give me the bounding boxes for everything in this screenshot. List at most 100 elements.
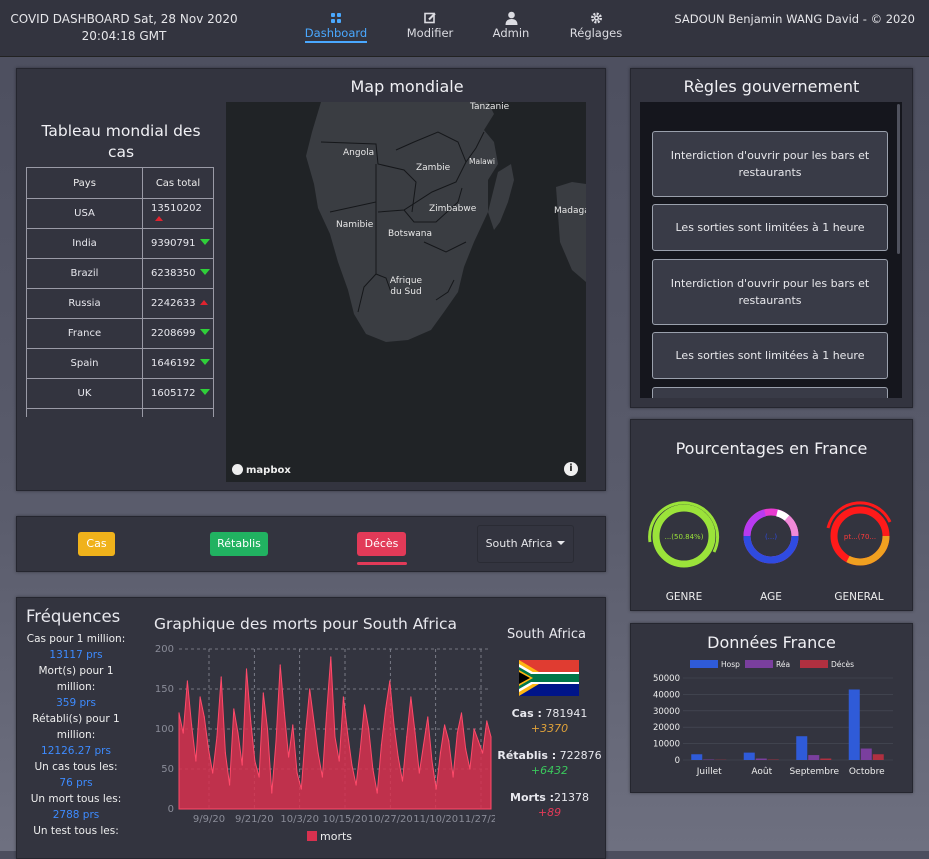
world-map[interactable]: Tanzanie Angola Zambie Malawi Madaga Zim… <box>226 102 586 482</box>
data-point <box>301 788 302 789</box>
rule-item[interactable]: Les sorties sont limitées à 1 heure <box>652 204 888 251</box>
trend-up-icon <box>200 300 208 305</box>
rules-title: Règles gouvernement <box>631 77 912 96</box>
mapbox-logo[interactable]: mapbox <box>232 464 291 476</box>
recovered-value: 722876 <box>560 749 602 762</box>
nav-reglages[interactable]: Réglages <box>551 10 641 40</box>
column-header-country[interactable]: Pays <box>27 168 143 199</box>
data-point <box>389 680 390 681</box>
bar <box>861 749 872 760</box>
table-row[interactable]: Brazil 6238350 <box>27 259 214 289</box>
donut-center-label: pt...(70... <box>844 533 876 541</box>
nav-modifier-label: Modifier <box>407 26 454 40</box>
nav-modifier[interactable]: Modifier <box>385 10 475 40</box>
data-point <box>436 788 437 789</box>
deaths-value: 21378 <box>554 791 589 804</box>
data-point <box>280 664 281 665</box>
nav-admin[interactable]: Admin <box>466 10 556 40</box>
country-cell: Brazil <box>27 259 143 289</box>
edit-icon <box>424 10 437 26</box>
map-label: Malawi <box>469 156 495 167</box>
data-point <box>427 716 428 717</box>
frequency-label: Un test tous les: <box>21 823 131 839</box>
data-point <box>183 732 184 733</box>
rule-item[interactable] <box>652 387 888 398</box>
rules-panel: Règles gouvernement Interdiction d'ouvri… <box>630 68 913 408</box>
map-label: Tanzanie <box>470 102 509 113</box>
country-dropdown[interactable]: South Africa <box>477 525 574 563</box>
table-row[interactable]: France2208699 <box>27 319 214 349</box>
data-point <box>237 732 238 733</box>
nav-dashboard[interactable]: Dashboard <box>291 10 381 40</box>
donut-center-label: ...(50.84%) <box>665 533 704 541</box>
cases-cell: 2242633 <box>143 289 214 319</box>
bar <box>849 689 860 760</box>
table-row <box>27 409 214 418</box>
data-point <box>486 720 487 721</box>
map-label: Zimbabwe <box>429 204 476 215</box>
trend-down-icon <box>200 389 210 395</box>
rules-scrollbar[interactable] <box>897 104 900 254</box>
x-tick-label: Septembre <box>789 767 839 777</box>
rules-list[interactable]: Interdiction d'ouvrir pour les bars et r… <box>640 102 902 398</box>
rule-item[interactable]: Interdiction d'ouvrir pour les bars et r… <box>652 131 888 197</box>
data-point <box>410 696 411 697</box>
y-tick-label: 30000 <box>653 707 680 717</box>
data-point <box>351 764 352 765</box>
cases-value: 1646192 <box>151 358 196 369</box>
y-tick-label: 0 <box>675 756 680 766</box>
data-point <box>208 748 209 749</box>
table-row[interactable]: India 9390791 <box>27 229 214 259</box>
x-tick-label: 10/3/20 <box>280 814 319 825</box>
bar <box>820 759 831 760</box>
data-point <box>423 744 424 745</box>
deces-button[interactable]: Décès <box>357 532 406 556</box>
table-row[interactable]: UK1605172 <box>27 379 214 409</box>
map-label: Namibie <box>336 220 373 231</box>
map-title: Map mondiale <box>332 77 482 96</box>
data-point <box>343 696 344 697</box>
bar <box>756 759 767 760</box>
france-bar-chart: 01000020000300004000050000JuilletAoûtSep… <box>631 658 912 788</box>
data-point <box>402 780 403 781</box>
nav-dashboard-label: Dashboard <box>305 26 367 43</box>
south-africa-flag-icon <box>519 660 579 696</box>
data-point <box>267 728 268 729</box>
y-tick-label: 150 <box>155 684 174 695</box>
x-tick-label: 11/27/20 <box>459 814 495 825</box>
column-header-cases[interactable]: Cas total <box>143 168 214 199</box>
country-cell: India <box>27 229 143 259</box>
table-row[interactable]: Russia2242633 <box>27 289 214 319</box>
table-row[interactable]: Spain1646192 <box>27 349 214 379</box>
cases-value: 6238350 <box>151 268 196 279</box>
france-chart-title: Données France <box>631 633 912 652</box>
data-point <box>419 772 420 773</box>
cas-button[interactable]: Cas <box>78 532 115 556</box>
map-label: Botswana <box>388 229 432 240</box>
info-icon[interactable]: i <box>564 462 578 476</box>
dashboard-icon <box>330 10 342 26</box>
bar <box>873 754 884 760</box>
table-row[interactable]: USA13510202 <box>27 199 214 229</box>
rule-item[interactable]: Interdiction d'ouvrir pour les bars et r… <box>652 259 888 325</box>
bar <box>796 736 807 760</box>
data-point <box>482 752 483 753</box>
country-name: South Africa <box>507 627 586 642</box>
data-point <box>250 720 251 721</box>
frequency-value: 2788 prs <box>21 807 131 823</box>
x-tick-label: 11/10/20 <box>413 814 458 825</box>
data-point <box>465 748 466 749</box>
top-bar: COVID DASHBOARD Sat, 28 Nov 2020 20:04:1… <box>0 0 929 57</box>
cases-value: 9390791 <box>151 238 196 249</box>
frequency-label: Mort(s) pour 1 million: <box>21 663 131 695</box>
donut-label-genre: GENRE <box>644 591 724 603</box>
data-point <box>259 776 260 777</box>
retablis-button[interactable]: Rétablis <box>210 532 268 556</box>
legend-label: Décès <box>831 660 854 669</box>
legend-swatch <box>800 660 828 668</box>
legend-label: Réa <box>776 660 790 669</box>
recovered-delta: +6432 <box>497 763 602 778</box>
data-point <box>200 696 201 697</box>
rule-item[interactable]: Les sorties sont limitées à 1 heure <box>652 332 888 379</box>
data-point <box>212 772 213 773</box>
